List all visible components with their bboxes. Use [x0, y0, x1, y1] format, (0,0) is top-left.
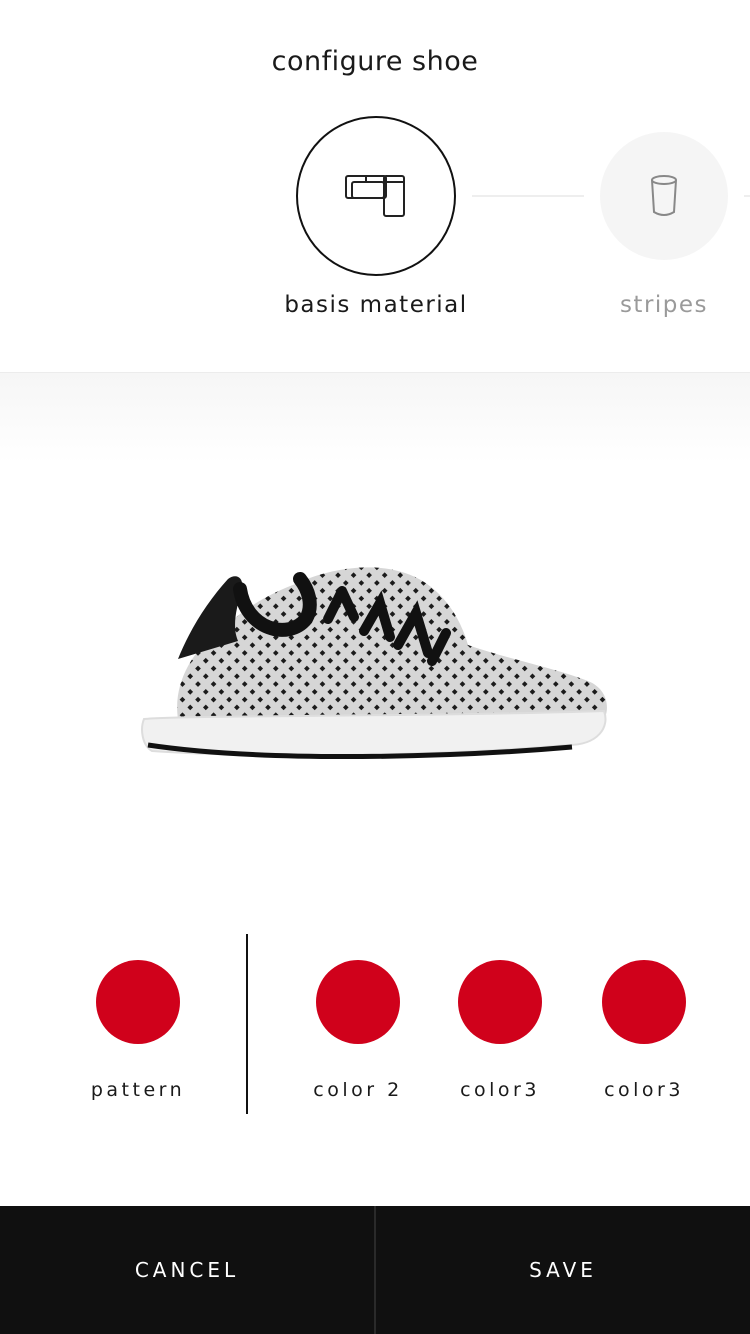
sneaker-image — [141, 567, 607, 760]
color-3-label: color3 — [460, 1079, 540, 1101]
color-2-swatch[interactable] — [316, 960, 400, 1044]
cancel-button[interactable]: CANCEL — [0, 1206, 374, 1334]
page-title: configure shoe — [271, 46, 479, 77]
shoe-preview — [0, 372, 750, 933]
step-basis-material[interactable] — [296, 116, 456, 276]
cup-icon — [651, 175, 677, 216]
option-divider — [246, 934, 248, 1114]
step-connector — [744, 195, 750, 197]
pattern-swatch[interactable] — [96, 960, 180, 1044]
color-3-swatch[interactable] — [458, 960, 542, 1044]
color-4-label: color3 — [604, 1079, 684, 1101]
save-button[interactable]: SAVE — [376, 1206, 750, 1334]
step-label-basis-material: basis material — [284, 292, 468, 318]
step-connector — [472, 195, 584, 197]
color-4-swatch[interactable] — [602, 960, 686, 1044]
fabric-layers-icon — [345, 175, 405, 217]
color-2-label: color 2 — [313, 1079, 403, 1101]
pattern-label: pattern — [90, 1079, 186, 1101]
step-stripes[interactable] — [600, 132, 728, 260]
action-bar: CANCEL SAVE — [0, 1206, 750, 1334]
step-label-stripes: stripes — [619, 292, 709, 318]
